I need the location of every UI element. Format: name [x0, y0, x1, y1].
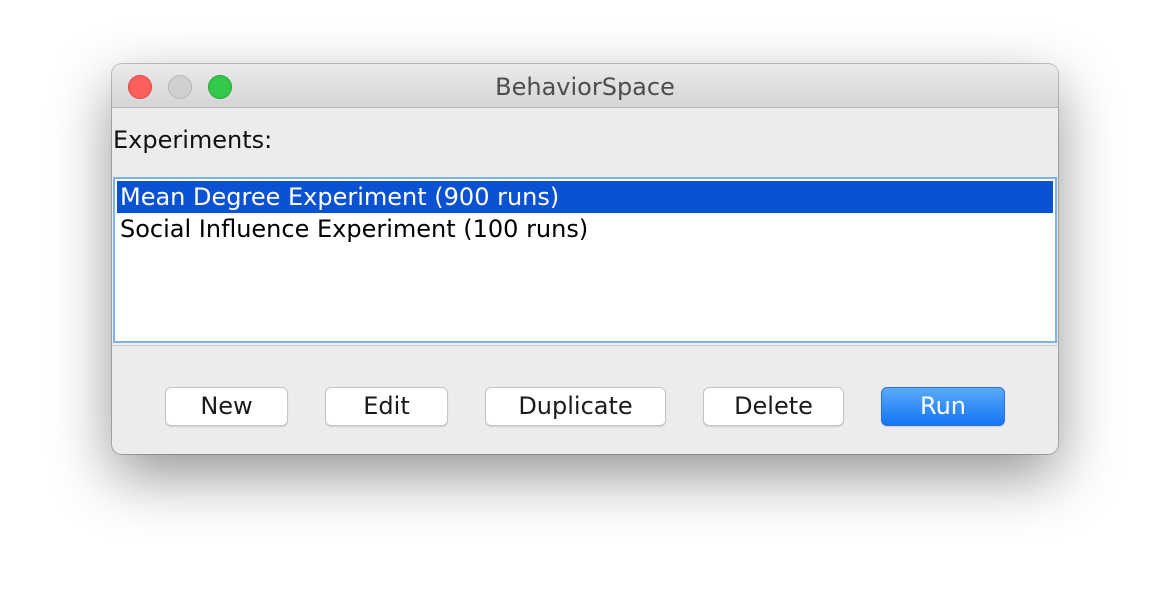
- title-bar[interactable]: BehaviorSpace: [112, 64, 1058, 108]
- experiments-label: Experiments:: [113, 126, 273, 154]
- edit-button[interactable]: Edit: [325, 387, 448, 426]
- list-item-mean-degree[interactable]: Mean Degree Experiment (900 runs): [117, 181, 1053, 213]
- run-button[interactable]: Run: [881, 387, 1005, 426]
- divider: [112, 345, 1058, 346]
- new-button[interactable]: New: [165, 387, 288, 426]
- delete-button[interactable]: Delete: [703, 387, 844, 426]
- list-item-social-influence[interactable]: Social Influence Experiment (100 runs): [117, 213, 1053, 245]
- duplicate-button[interactable]: Duplicate: [485, 387, 666, 426]
- window-title: BehaviorSpace: [495, 73, 675, 101]
- experiments-list[interactable]: Mean Degree Experiment (900 runs) Social…: [113, 177, 1057, 343]
- behaviorspace-window: BehaviorSpace Experiments: Mean Degree E…: [112, 64, 1058, 454]
